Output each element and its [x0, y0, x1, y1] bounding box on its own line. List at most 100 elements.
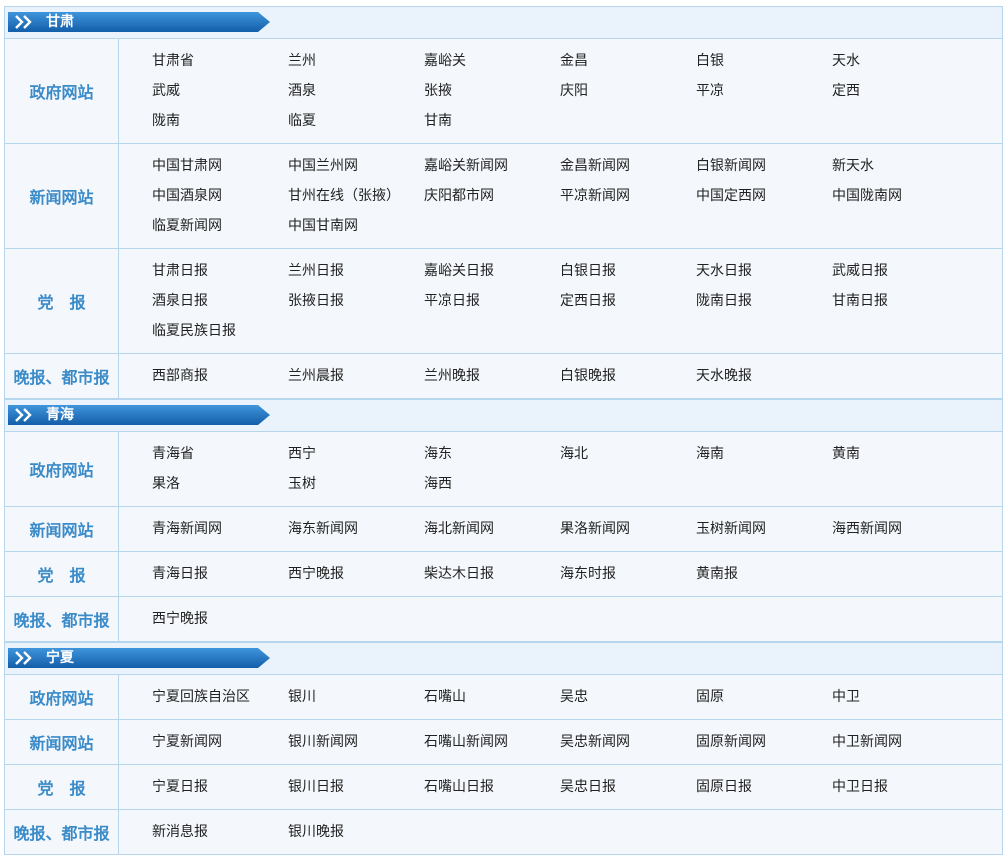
site-link[interactable]: 定西日报: [560, 286, 696, 316]
site-link[interactable]: 银川晚报: [288, 817, 424, 847]
site-link[interactable]: 海东: [424, 439, 560, 469]
site-link[interactable]: 海西: [424, 469, 560, 499]
region-title: 青海: [46, 407, 74, 423]
site-link[interactable]: 甘州在线（张掖）: [288, 181, 424, 211]
site-link[interactable]: 平凉: [696, 76, 832, 106]
site-link[interactable]: 海北新闻网: [424, 514, 560, 544]
category-row: 新闻网站 中国甘肃网 中国兰州网 嘉峪关新闻网 金昌新闻网 白银新闻网 新天水 中国酒泉网 甘州…: [5, 144, 1002, 249]
site-link[interactable]: 中国定西网: [696, 181, 832, 211]
site-link[interactable]: 青海日报: [152, 559, 288, 589]
site-link[interactable]: 张掖: [424, 76, 560, 106]
site-link[interactable]: 甘肃日报: [152, 256, 288, 286]
site-link[interactable]: 兰州日报: [288, 256, 424, 286]
site-link[interactable]: 宁夏新闻网: [152, 727, 288, 757]
site-link[interactable]: 黄南报: [696, 559, 832, 589]
site-link[interactable]: 兰州晚报: [424, 361, 560, 391]
region-tag: 甘肃: [8, 12, 270, 32]
site-link[interactable]: 庆阳都市网: [424, 181, 560, 211]
site-link[interactable]: 石嘴山: [424, 682, 560, 712]
site-link[interactable]: 西宁: [288, 439, 424, 469]
site-link[interactable]: 银川: [288, 682, 424, 712]
category-label: 政府网站: [5, 39, 119, 143]
site-link[interactable]: 青海省: [152, 439, 288, 469]
site-link[interactable]: 定西: [832, 76, 968, 106]
site-link[interactable]: 白银: [696, 46, 832, 76]
site-link[interactable]: 中国陇南网: [832, 181, 968, 211]
category-row: 晚报、都市报 西部商报 兰州晨报 兰州晚报 白银晚报 天水晚报: [5, 354, 1002, 398]
site-link[interactable]: 吴忠日报: [560, 772, 696, 802]
category-row: 党 报宁夏日报 银川日报 石嘴山日报 吴忠日报 固原日报 中卫日报: [5, 765, 1002, 810]
link-grid: 甘肃日报 兰州日报 嘉峪关日报 白银日报 天水日报 武威日报酒泉日报 张掖日报 平凉日报 定西日…: [119, 249, 1002, 353]
site-link[interactable]: 嘉峪关: [424, 46, 560, 76]
site-link[interactable]: 中卫新闻网: [832, 727, 968, 757]
site-link[interactable]: 中国兰州网: [288, 151, 424, 181]
site-link[interactable]: 临夏新闻网: [152, 211, 288, 241]
site-link[interactable]: 甘南日报: [832, 286, 968, 316]
site-link[interactable]: 天水日报: [696, 256, 832, 286]
site-link[interactable]: 玉树: [288, 469, 424, 499]
link-grid: 宁夏新闻网 银川新闻网 石嘴山新闻网 吴忠新闻网 固原新闻网 中卫新闻网: [119, 720, 1002, 764]
site-link[interactable]: 酒泉: [288, 76, 424, 106]
site-link[interactable]: 白银晚报: [560, 361, 696, 391]
site-link[interactable]: 宁夏回族自治区: [152, 682, 288, 712]
site-link[interactable]: 中国酒泉网: [152, 181, 288, 211]
site-link[interactable]: 嘉峪关新闻网: [424, 151, 560, 181]
site-link[interactable]: 中国甘南网: [288, 211, 424, 241]
category-label: 政府网站: [5, 675, 119, 719]
site-link[interactable]: 兰州晨报: [288, 361, 424, 391]
site-link[interactable]: 宁夏日报: [152, 772, 288, 802]
site-link[interactable]: 甘肃省: [152, 46, 288, 76]
site-link[interactable]: 陇南日报: [696, 286, 832, 316]
site-link[interactable]: 吴忠新闻网: [560, 727, 696, 757]
site-link[interactable]: 海北: [560, 439, 696, 469]
site-link[interactable]: 青海新闻网: [152, 514, 288, 544]
site-link[interactable]: 武威: [152, 76, 288, 106]
site-link[interactable]: 银川新闻网: [288, 727, 424, 757]
site-link[interactable]: 新天水: [832, 151, 968, 181]
site-link[interactable]: 中卫日报: [832, 772, 968, 802]
site-link[interactable]: 果洛新闻网: [560, 514, 696, 544]
site-link[interactable]: 西宁晚报: [288, 559, 424, 589]
site-link[interactable]: 西部商报: [152, 361, 288, 391]
site-link[interactable]: 酒泉日报: [152, 286, 288, 316]
site-link[interactable]: 新消息报: [152, 817, 288, 847]
site-link[interactable]: 武威日报: [832, 256, 968, 286]
region-tag: 宁夏: [8, 648, 270, 668]
site-link[interactable]: 海东时报: [560, 559, 696, 589]
site-link[interactable]: 吴忠: [560, 682, 696, 712]
site-link[interactable]: 甘南: [424, 106, 560, 136]
site-link[interactable]: 白银新闻网: [696, 151, 832, 181]
site-link[interactable]: 中卫: [832, 682, 968, 712]
site-link[interactable]: 固原新闻网: [696, 727, 832, 757]
category-row: 政府网站 青海省 西宁 海东 海北 海南 黄南 果洛 玉树 海西: [5, 432, 1002, 507]
site-link[interactable]: 天水晚报: [696, 361, 832, 391]
site-link[interactable]: 兰州: [288, 46, 424, 76]
site-link[interactable]: 银川日报: [288, 772, 424, 802]
site-link[interactable]: 固原: [696, 682, 832, 712]
site-link[interactable]: 海东新闻网: [288, 514, 424, 544]
site-link[interactable]: 海南: [696, 439, 832, 469]
site-link[interactable]: 石嘴山新闻网: [424, 727, 560, 757]
site-link[interactable]: 柴达木日报: [424, 559, 560, 589]
site-link[interactable]: 嘉峪关日报: [424, 256, 560, 286]
site-link[interactable]: 黄南: [832, 439, 968, 469]
site-link[interactable]: 海西新闻网: [832, 514, 968, 544]
site-link[interactable]: 西宁晚报: [152, 604, 288, 634]
site-link[interactable]: 果洛: [152, 469, 288, 499]
site-link[interactable]: 平凉日报: [424, 286, 560, 316]
site-link[interactable]: 金昌新闻网: [560, 151, 696, 181]
link-grid: 宁夏回族自治区 银川 石嘴山 吴忠 固原 中卫: [119, 675, 1002, 719]
site-link[interactable]: 平凉新闻网: [560, 181, 696, 211]
site-link[interactable]: 陇南: [152, 106, 288, 136]
site-link[interactable]: 玉树新闻网: [696, 514, 832, 544]
site-link[interactable]: 金昌: [560, 46, 696, 76]
site-link[interactable]: 中国甘肃网: [152, 151, 288, 181]
site-link[interactable]: 临夏: [288, 106, 424, 136]
site-link[interactable]: 石嘴山日报: [424, 772, 560, 802]
site-link[interactable]: 天水: [832, 46, 968, 76]
site-link[interactable]: 庆阳: [560, 76, 696, 106]
site-link[interactable]: 张掖日报: [288, 286, 424, 316]
site-link[interactable]: 固原日报: [696, 772, 832, 802]
site-link[interactable]: 临夏民族日报: [152, 316, 288, 346]
site-link[interactable]: 白银日报: [560, 256, 696, 286]
